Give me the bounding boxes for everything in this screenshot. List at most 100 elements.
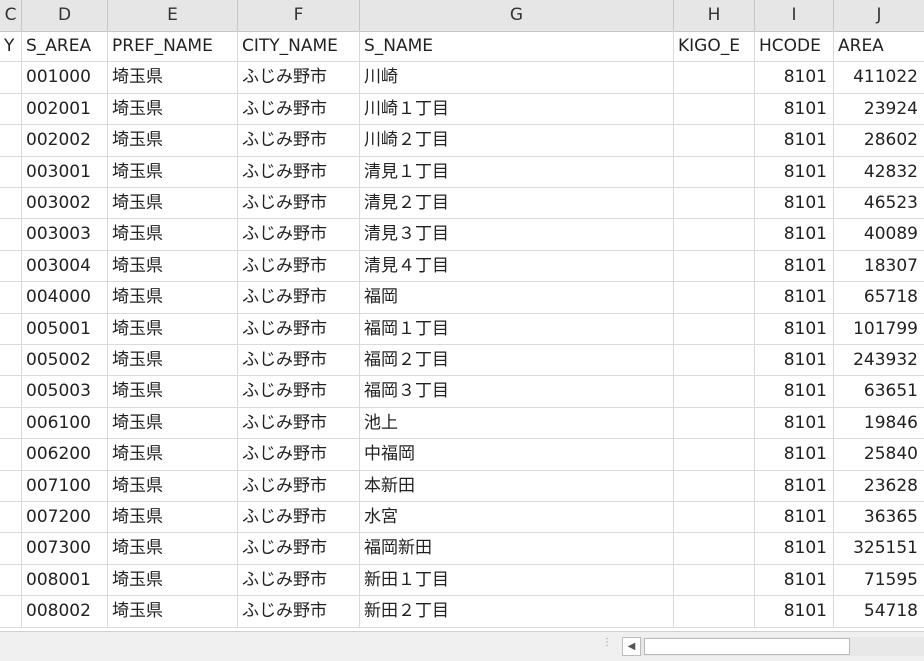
- cell-d[interactable]: 004000: [22, 282, 108, 314]
- cell-j[interactable]: 25840: [834, 439, 924, 470]
- cell-h[interactable]: [674, 345, 755, 376]
- cell-g[interactable]: 中福岡: [360, 439, 674, 471]
- cell-g[interactable]: 川崎: [360, 62, 674, 94]
- cell-d[interactable]: 006100: [22, 407, 108, 439]
- cell-i[interactable]: 8101: [755, 470, 834, 502]
- cell-f[interactable]: ふじみ野市: [238, 533, 360, 565]
- cell-c[interactable]: [0, 188, 22, 219]
- cell-g[interactable]: 清見４丁目: [360, 250, 674, 282]
- cell-h[interactable]: [674, 156, 755, 188]
- cell-c[interactable]: [0, 156, 22, 188]
- column-header-f[interactable]: F: [238, 0, 360, 31]
- cell-j[interactable]: 243932: [834, 345, 924, 376]
- cell-f[interactable]: ふじみ野市: [238, 470, 360, 502]
- cell-f[interactable]: ふじみ野市: [238, 439, 360, 471]
- column-header-h[interactable]: H: [674, 0, 755, 31]
- column-header-j[interactable]: J: [834, 0, 924, 31]
- cell-f[interactable]: ふじみ野市: [238, 564, 360, 596]
- cell-j[interactable]: 101799: [834, 314, 924, 345]
- cell-f[interactable]: ふじみ野市: [238, 313, 360, 345]
- cell-i[interactable]: 8101: [755, 533, 834, 565]
- cell-e[interactable]: 埼玉県: [108, 376, 238, 408]
- cell-f[interactable]: ふじみ野市: [238, 250, 360, 282]
- cell-h[interactable]: [674, 313, 755, 345]
- cell-g[interactable]: 水宮: [360, 502, 674, 533]
- cell-i[interactable]: 8101: [755, 188, 834, 219]
- cell-c[interactable]: [0, 345, 22, 376]
- cell-d[interactable]: 001000: [22, 62, 108, 94]
- cell-e[interactable]: 埼玉県: [108, 502, 238, 533]
- cell-f[interactable]: ふじみ野市: [238, 407, 360, 439]
- field-header-cell-g[interactable]: S_NAME: [360, 31, 674, 62]
- cell-i[interactable]: 8101: [755, 439, 834, 471]
- cell-g[interactable]: 清見２丁目: [360, 188, 674, 219]
- cell-c[interactable]: [0, 219, 22, 251]
- cell-d[interactable]: 003003: [22, 219, 108, 251]
- cell-c[interactable]: [0, 439, 22, 471]
- splitter-grip-icon[interactable]: ⋮: [602, 638, 612, 654]
- cell-f[interactable]: ふじみ野市: [238, 502, 360, 533]
- cell-g[interactable]: 福岡: [360, 282, 674, 314]
- cell-j[interactable]: 28602: [834, 125, 924, 156]
- horizontal-scrollbar[interactable]: ◀: [622, 637, 924, 656]
- cell-f[interactable]: ふじみ野市: [238, 219, 360, 251]
- cell-i[interactable]: 8101: [755, 596, 834, 628]
- cell-i[interactable]: 8101: [755, 407, 834, 439]
- cell-f[interactable]: ふじみ野市: [238, 596, 360, 628]
- cell-g[interactable]: 新田１丁目: [360, 564, 674, 596]
- cell-j[interactable]: 42832: [834, 157, 924, 188]
- cell-e[interactable]: 埼玉県: [108, 470, 238, 502]
- cell-h[interactable]: [674, 62, 755, 94]
- field-header-cell-e[interactable]: PREF_NAME: [108, 31, 238, 62]
- cell-g[interactable]: 福岡２丁目: [360, 345, 674, 376]
- cell-d[interactable]: 005001: [22, 313, 108, 345]
- cell-h[interactable]: [674, 250, 755, 282]
- cell-h[interactable]: [674, 125, 755, 157]
- column-header-d[interactable]: D: [22, 0, 108, 31]
- cell-j[interactable]: 325151: [834, 533, 924, 564]
- cell-d[interactable]: 007200: [22, 502, 108, 533]
- cell-j[interactable]: 36365: [834, 502, 924, 533]
- cell-i[interactable]: 8101: [755, 502, 834, 533]
- cell-e[interactable]: 埼玉県: [108, 439, 238, 471]
- cell-d[interactable]: 003004: [22, 250, 108, 282]
- cell-j[interactable]: 54718: [834, 596, 924, 627]
- cell-j[interactable]: 40089: [834, 219, 924, 250]
- cell-i[interactable]: 8101: [755, 62, 834, 94]
- cell-h[interactable]: [674, 376, 755, 408]
- field-header-cell-f[interactable]: CITY_NAME: [238, 31, 360, 62]
- column-header-c[interactable]: C: [0, 0, 22, 31]
- cell-d[interactable]: 007300: [22, 533, 108, 565]
- cell-d[interactable]: 008001: [22, 564, 108, 596]
- cell-i[interactable]: 8101: [755, 125, 834, 157]
- column-header-g[interactable]: G: [360, 0, 674, 31]
- cell-d[interactable]: 007100: [22, 470, 108, 502]
- cell-e[interactable]: 埼玉県: [108, 125, 238, 157]
- cell-e[interactable]: 埼玉県: [108, 345, 238, 376]
- field-header-cell-h[interactable]: KIGO_E: [674, 31, 755, 62]
- cell-e[interactable]: 埼玉県: [108, 596, 238, 628]
- cell-g[interactable]: 新田２丁目: [360, 596, 674, 628]
- cell-d[interactable]: 002002: [22, 125, 108, 157]
- field-header-cell-i[interactable]: HCODE: [755, 31, 834, 62]
- cell-g[interactable]: 川崎２丁目: [360, 125, 674, 157]
- cell-f[interactable]: ふじみ野市: [238, 345, 360, 376]
- cell-i[interactable]: 8101: [755, 219, 834, 251]
- cell-i[interactable]: 8101: [755, 93, 834, 125]
- cell-g[interactable]: 福岡３丁目: [360, 376, 674, 408]
- scroll-thumb[interactable]: [644, 638, 850, 655]
- cell-i[interactable]: 8101: [755, 313, 834, 345]
- cell-e[interactable]: 埼玉県: [108, 219, 238, 251]
- cell-e[interactable]: 埼玉県: [108, 407, 238, 439]
- cell-c[interactable]: [0, 125, 22, 157]
- column-header-e[interactable]: E: [108, 0, 238, 31]
- cell-d[interactable]: 005002: [22, 345, 108, 376]
- cell-f[interactable]: ふじみ野市: [238, 125, 360, 157]
- cell-c[interactable]: [0, 407, 22, 439]
- cell-i[interactable]: 8101: [755, 345, 834, 376]
- field-header-cell-j[interactable]: AREA: [834, 31, 924, 62]
- cell-h[interactable]: [674, 407, 755, 439]
- cell-h[interactable]: [674, 502, 755, 533]
- cell-c[interactable]: [0, 313, 22, 345]
- cell-c[interactable]: [0, 502, 22, 533]
